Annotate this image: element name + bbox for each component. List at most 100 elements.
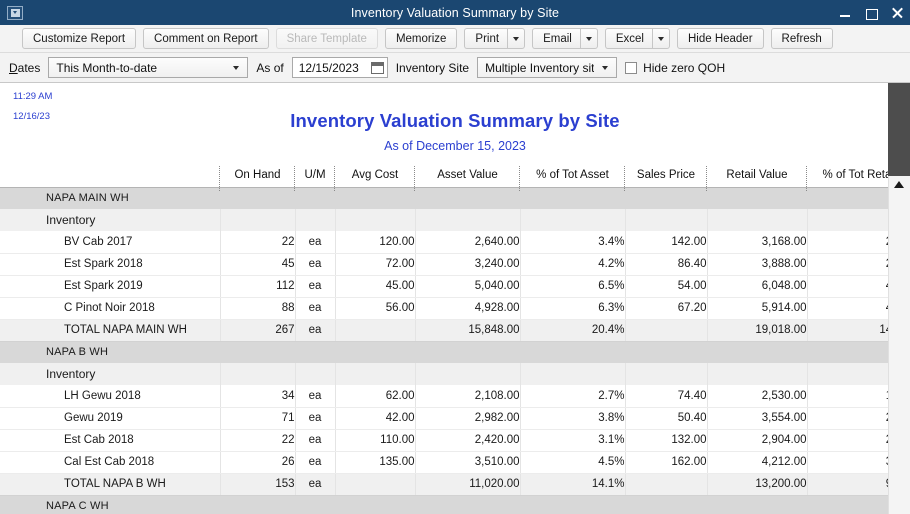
window-titlebar: Inventory Valuation Summary by Site [0, 0, 910, 25]
chevron-down-icon [657, 36, 664, 41]
subgroup-empty-cell [219, 363, 295, 385]
item-name: Est Spark 2018 [0, 253, 220, 276]
scroll-up-arrow-icon[interactable] [888, 176, 910, 192]
subgroup-empty-cell [519, 209, 625, 231]
cell-retail-value: 3,888.00 [706, 253, 807, 276]
inventory-site-select[interactable]: Multiple Inventory sit... [477, 57, 618, 78]
table-row[interactable]: Est Spark 2018 45 ea 72.00 3,240.00 4.2% 86.40… [0, 253, 910, 276]
table-row[interactable]: C Pinot Noir 2018 88 ea 56.00 4,928.00 6.3% 67… [0, 297, 910, 320]
site-group-row[interactable]: NAPA C WH [0, 495, 910, 514]
cell-asset-value: 5,040.00 [414, 275, 520, 298]
subgroup-empty-cell [294, 363, 335, 385]
cell-retail-value: 13,200.00 [706, 472, 807, 496]
cell-pct-asset: 20.4% [519, 318, 625, 342]
cell-on-hand: 34 [219, 385, 295, 408]
subgroup-empty-cell [414, 209, 520, 231]
cell-asset-value: 15,848.00 [414, 318, 520, 342]
cell-retail-value: 6,048.00 [706, 275, 807, 298]
dates-label: Dates [9, 61, 40, 75]
vertical-scrollbar[interactable] [888, 83, 910, 514]
cell-avg-cost: 72.00 [334, 253, 415, 276]
window-title: Inventory Valuation Summary by Site [350, 5, 560, 20]
site-group-row[interactable]: NAPA MAIN WH [0, 187, 910, 209]
table-row[interactable]: BV Cab 2017 22 ea 120.00 2,640.00 3.4% 142.00 3… [0, 231, 910, 254]
cell-avg-cost: 135.00 [334, 451, 415, 474]
dates-range-select[interactable]: This Month-to-date [48, 57, 249, 78]
cell-on-hand: 22 [219, 429, 295, 452]
cell-pct-asset: 14.1% [519, 472, 625, 496]
comment-on-report-button[interactable]: Comment on Report [143, 28, 269, 49]
table-row[interactable]: LH Gewu 2018 34 ea 62.00 2,108.00 2.7% 74.40 2,… [0, 385, 910, 408]
cell-avg-cost: 42.00 [334, 407, 415, 430]
excel-button[interactable]: Excel [604, 28, 652, 49]
print-dropdown-button[interactable] [507, 28, 526, 49]
window-menu-icon[interactable] [7, 5, 23, 20]
report-toolbar: Customize Report Comment on Report Share… [0, 25, 910, 53]
table-row[interactable]: Est Spark 2019 112 ea 45.00 5,040.00 6.5% 54.0… [0, 275, 910, 298]
column-header-of-tot-asset[interactable]: % of Tot Asset [519, 163, 625, 191]
cell-avg-cost: 62.00 [334, 385, 415, 408]
column-header-name[interactable] [0, 163, 220, 188]
cell-um: ea [294, 297, 335, 320]
site-group-label: NAPA B WH [0, 341, 910, 363]
customize-report-button[interactable]: Customize Report [22, 28, 137, 49]
print-button[interactable]: Print [464, 28, 508, 49]
scrollbar-thumb[interactable] [888, 83, 910, 176]
inventory-site-label: Inventory Site [395, 60, 470, 75]
cell-retail-value: 3,554.00 [706, 407, 807, 430]
cell-avg-cost [334, 473, 415, 496]
cell-on-hand: 153 [219, 472, 295, 496]
cell-um: ea [294, 407, 335, 430]
close-button[interactable] [890, 6, 904, 20]
window-menu-glyph [10, 8, 20, 17]
cell-retail-value: 2,530.00 [706, 385, 807, 408]
column-header-asset-value[interactable]: Asset Value [414, 163, 520, 191]
total-row[interactable]: TOTAL NAPA MAIN WH 267 ea 15,848.00 20.4% 19,… [0, 318, 910, 342]
column-header-retail-value[interactable]: Retail Value [706, 163, 807, 191]
site-group-row[interactable]: NAPA B WH [0, 341, 910, 363]
window-controls [838, 0, 904, 25]
hide-zero-qoh-box[interactable] [625, 61, 638, 74]
hide-zero-qoh-checkbox[interactable]: Hide zero QOH [625, 61, 725, 75]
subgroup-row[interactable]: Inventory [0, 363, 910, 385]
memorize-button[interactable]: Memorize [384, 28, 458, 49]
table-body: NAPA MAIN WH Inventory BV Cab 2017 22 ea 120.… [0, 187, 910, 514]
subgroup-row[interactable]: Inventory [0, 209, 910, 231]
column-header-u-m[interactable]: U/M [294, 163, 335, 191]
cell-pct-asset: 3.1% [519, 429, 625, 452]
item-name: Cal Est Cab 2018 [0, 451, 220, 474]
hide-header-button[interactable]: Hide Header [676, 28, 764, 49]
subgroup-empty-cell [706, 209, 807, 231]
excel-dropdown-button[interactable] [651, 28, 670, 49]
maximize-button[interactable] [864, 6, 878, 20]
cell-on-hand: 22 [219, 231, 295, 254]
subgroup-label: Inventory [0, 363, 220, 385]
column-header-avg-cost[interactable]: Avg Cost [334, 163, 415, 191]
cell-um: ea [294, 451, 335, 474]
print-split-button: Print [464, 28, 526, 49]
chevron-down-icon [513, 36, 520, 41]
cell-avg-cost: 45.00 [334, 275, 415, 298]
email-button[interactable]: Email [532, 28, 580, 49]
subgroup-empty-cell [219, 209, 295, 231]
cell-pct-asset: 3.4% [519, 231, 625, 254]
cell-um: ea [294, 319, 335, 342]
table-row[interactable]: Est Cab 2018 22 ea 110.00 2,420.00 3.1% 132.00… [0, 429, 910, 452]
total-label: TOTAL NAPA B WH [0, 473, 220, 496]
chevron-down-icon [233, 65, 240, 70]
cell-sales-price: 132.00 [624, 429, 707, 452]
subgroup-empty-cell [519, 363, 625, 385]
cell-sales-price [624, 473, 707, 496]
print-time-stamp: 11:29 AM [13, 91, 53, 102]
minimize-button[interactable] [838, 6, 852, 20]
refresh-button[interactable]: Refresh [770, 28, 833, 49]
table-row[interactable]: Gewu 2019 71 ea 42.00 2,982.00 3.8% 50.40 3,554… [0, 407, 910, 430]
calendar-icon[interactable] [370, 61, 384, 74]
total-row[interactable]: TOTAL NAPA B WH 153 ea 11,020.00 14.1% 13,200… [0, 472, 910, 496]
column-header-sales-price[interactable]: Sales Price [624, 163, 707, 191]
email-dropdown-button[interactable] [579, 28, 598, 49]
column-header-on-hand[interactable]: On Hand [219, 163, 295, 191]
site-group-label: NAPA C WH [0, 495, 910, 514]
table-row[interactable]: Cal Est Cab 2018 26 ea 135.00 3,510.00 4.5% 16… [0, 451, 910, 474]
as-of-date-input[interactable]: 12/15/2023 [291, 57, 388, 78]
